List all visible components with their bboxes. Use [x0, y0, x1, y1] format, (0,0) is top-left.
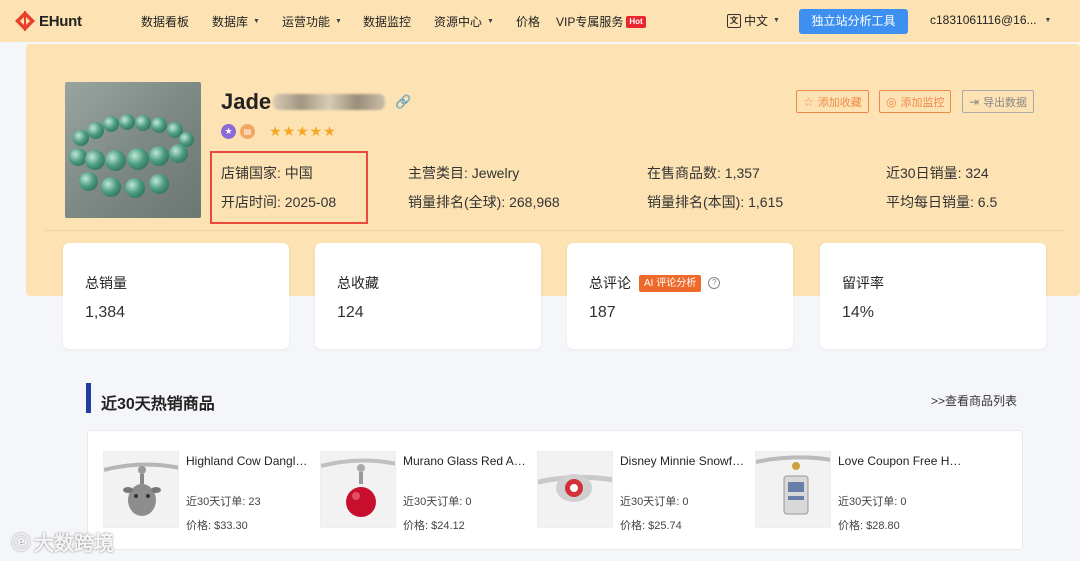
hot-badge: Hot — [626, 15, 646, 28]
link-icon[interactable]: 🔗 — [395, 94, 411, 110]
stat-card-total-favorites: 总收藏 124 — [315, 243, 541, 349]
product-image — [103, 451, 179, 528]
star-outline-icon: ☆ — [803, 94, 814, 109]
watermark: ⓔ 大数跨境 — [12, 527, 114, 556]
divider — [44, 230, 1066, 231]
store-name-redacted — [273, 94, 386, 110]
stat-card-total-reviews: 总评论 AI 评论分析 ? 187 — [567, 243, 793, 349]
nav-database-label: 数据库 — [212, 15, 249, 29]
logo-icon — [14, 10, 36, 32]
export-data-button[interactable]: ⇥ 导出数据 — [962, 90, 1035, 113]
product-item[interactable]: Murano Glass Red Apple Charm 近30天订单: 0 价… — [320, 451, 530, 532]
product-image — [320, 451, 396, 528]
rating-stars: ★★★★★ — [269, 123, 337, 139]
chevron-down-icon: ▼ — [773, 17, 780, 24]
nav-database[interactable]: 数据库 ▼ — [212, 13, 260, 30]
stat-card-review-rate: 留评率 14% — [820, 243, 1046, 349]
export-icon: ⇥ — [969, 94, 980, 109]
chevron-down-icon: ▼ — [335, 18, 342, 25]
product-image — [537, 451, 613, 528]
watermark-text: 大数跨境 — [34, 533, 114, 555]
nav-dashboard[interactable]: 数据看板 — [141, 13, 189, 30]
store-badges: ★ ▤ ★★★★★ — [221, 123, 337, 140]
product-orders: 近30天订单: 23 — [186, 496, 261, 508]
nav-dashboard-label: 数据看板 — [141, 15, 190, 29]
user-email: c1831061116@16... — [930, 13, 1037, 27]
view-product-list-link[interactable]: >>查看商品列表 — [931, 392, 1017, 409]
ai-review-analysis-button[interactable]: AI 评论分析 — [639, 274, 702, 292]
annotation-highlight-box — [210, 151, 368, 224]
product-image — [755, 451, 831, 528]
product-orders: 近30天订单: 0 — [620, 496, 689, 508]
store-sales-30d: 近30日销量: 324 — [886, 165, 989, 181]
language-label: 中文 — [744, 14, 769, 28]
stat-label: 总评论 — [589, 275, 631, 291]
section-title: 近30天热销商品 — [101, 396, 215, 413]
section-accent-bar — [86, 383, 91, 413]
nav-resources[interactable]: 资源中心 ▼ — [434, 13, 494, 30]
language-selector[interactable]: 文 中文 ▼ — [727, 12, 780, 29]
export-data-label: 导出数据 — [983, 96, 1028, 109]
nav-vip[interactable]: VIP专属服务 Hot — [556, 13, 646, 30]
product-orders: 近30天订单: 0 — [838, 496, 907, 508]
chevron-down-icon: ▼ — [253, 18, 260, 25]
help-icon[interactable]: ? — [708, 277, 721, 289]
store-global-rank: 销量排名(全球): 268,968 — [408, 194, 560, 210]
chevron-down-icon: ▼ — [487, 18, 494, 25]
stat-card-total-sales: 总销量 1,384 — [63, 243, 289, 349]
product-price: 价格: $24.12 — [403, 520, 465, 532]
product-price: 价格: $33.30 — [186, 520, 248, 532]
store-name-text: Jade — [221, 89, 272, 114]
nav-pricing[interactable]: 价格 — [516, 13, 540, 30]
add-monitor-label: 添加监控 — [900, 96, 945, 109]
product-item[interactable]: Love Coupon Free Hugs Charm 近30天订单: 0 价格… — [755, 451, 965, 532]
nav-pricing-label: 价格 — [516, 15, 541, 29]
product-title[interactable]: Murano Glass Red Apple Charm — [403, 454, 528, 468]
product-item[interactable]: Disney Minnie Snowflake Charm 近30天订单: 0 … — [537, 451, 747, 532]
product-orders: 近30天订单: 0 — [403, 496, 472, 508]
add-favorite-button[interactable]: ☆ 添加收藏 — [796, 90, 869, 113]
add-monitor-button[interactable]: ◎ 添加监控 — [879, 90, 952, 113]
hot-products-list: Highland Cow Dangle Charm 近30天订单: 23 价格:… — [87, 430, 1023, 550]
logo-text: EHunt — [39, 12, 82, 30]
stat-value: 1,384 — [85, 304, 126, 321]
store-category: 主营类目: Jewelry — [408, 165, 520, 181]
nav-operations-label: 运营功能 — [282, 15, 331, 29]
target-icon: ◎ — [886, 94, 897, 109]
stat-value: 187 — [589, 304, 616, 321]
stat-value: 124 — [337, 304, 364, 321]
logo[interactable]: EHunt — [14, 9, 82, 33]
product-title[interactable]: Love Coupon Free Hugs Charm — [838, 454, 963, 468]
watermark-logo-icon: ⓔ — [12, 532, 30, 553]
nav-monitoring-label: 数据监控 — [363, 15, 412, 29]
site-analysis-tool-button[interactable]: 独立站分析工具 — [799, 9, 908, 34]
stat-label-row: 总评论 AI 评论分析 ? — [589, 273, 721, 293]
store-name: Jade 🔗 — [221, 89, 411, 115]
product-price: 价格: $28.80 — [838, 520, 900, 532]
store-thumbnail — [65, 82, 201, 218]
product-item[interactable]: Highland Cow Dangle Charm 近30天订单: 23 价格:… — [103, 451, 313, 532]
nav-operations[interactable]: 运营功能 ▼ — [282, 13, 342, 30]
nav-monitoring[interactable]: 数据监控 — [363, 13, 411, 30]
nav-resources-label: 资源中心 — [434, 15, 483, 29]
stat-label: 总收藏 — [337, 275, 379, 291]
store-local-rank: 销量排名(本国): 1,615 — [647, 194, 784, 210]
product-price: 价格: $25.74 — [620, 520, 682, 532]
stat-label: 留评率 — [842, 275, 884, 291]
level-badge-icon: ★ — [221, 124, 236, 139]
store-avg-daily-sales: 平均每日销量: 6.5 — [886, 194, 998, 210]
product-title[interactable]: Highland Cow Dangle Charm — [186, 454, 311, 468]
translate-icon: 文 — [727, 13, 741, 28]
stat-value: 14% — [842, 304, 875, 321]
nav-vip-label: VIP专属服务 — [556, 15, 624, 29]
product-title[interactable]: Disney Minnie Snowflake Charm — [620, 454, 745, 468]
store-on-sale-count: 在售商品数: 1,357 — [647, 165, 760, 181]
top-nav: EHunt 数据看板 数据库 ▼ 运营功能 ▼ 数据监控 资源中心 ▼ 价格 VIP专… — [0, 0, 1080, 42]
add-favorite-label: 添加收藏 — [817, 96, 862, 109]
user-menu[interactable]: c1831061116@16... ▼ — [930, 13, 1051, 27]
shop-badge-icon: ▤ — [240, 124, 255, 139]
chevron-down-icon: ▼ — [1044, 16, 1052, 24]
stat-label: 总销量 — [85, 275, 127, 291]
